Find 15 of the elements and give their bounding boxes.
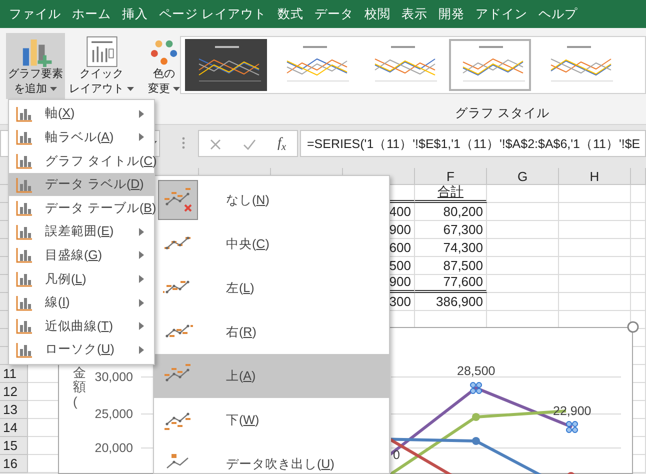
- axis-label: 20,000: [94, 440, 133, 457]
- data-label: 0: [393, 447, 400, 464]
- group-label: グラフ スタイル: [455, 105, 550, 122]
- table-cell: 77,600: [415, 275, 487, 293]
- axis-title: 金額(: [73, 366, 86, 409]
- axis-label: 30,000: [94, 369, 133, 386]
- data-label: 28,500: [457, 363, 496, 380]
- table-cell: 合計: [415, 185, 487, 203]
- axis-label: 25,000: [94, 406, 133, 423]
- table-cell: 386,900: [415, 293, 487, 311]
- table-cell: 74,300: [415, 239, 487, 257]
- data-label: 22,900: [553, 403, 592, 420]
- table-cell: 80,200: [415, 203, 487, 221]
- table-cell: 67,300: [415, 221, 487, 239]
- table-cell: 87,500: [415, 257, 487, 275]
